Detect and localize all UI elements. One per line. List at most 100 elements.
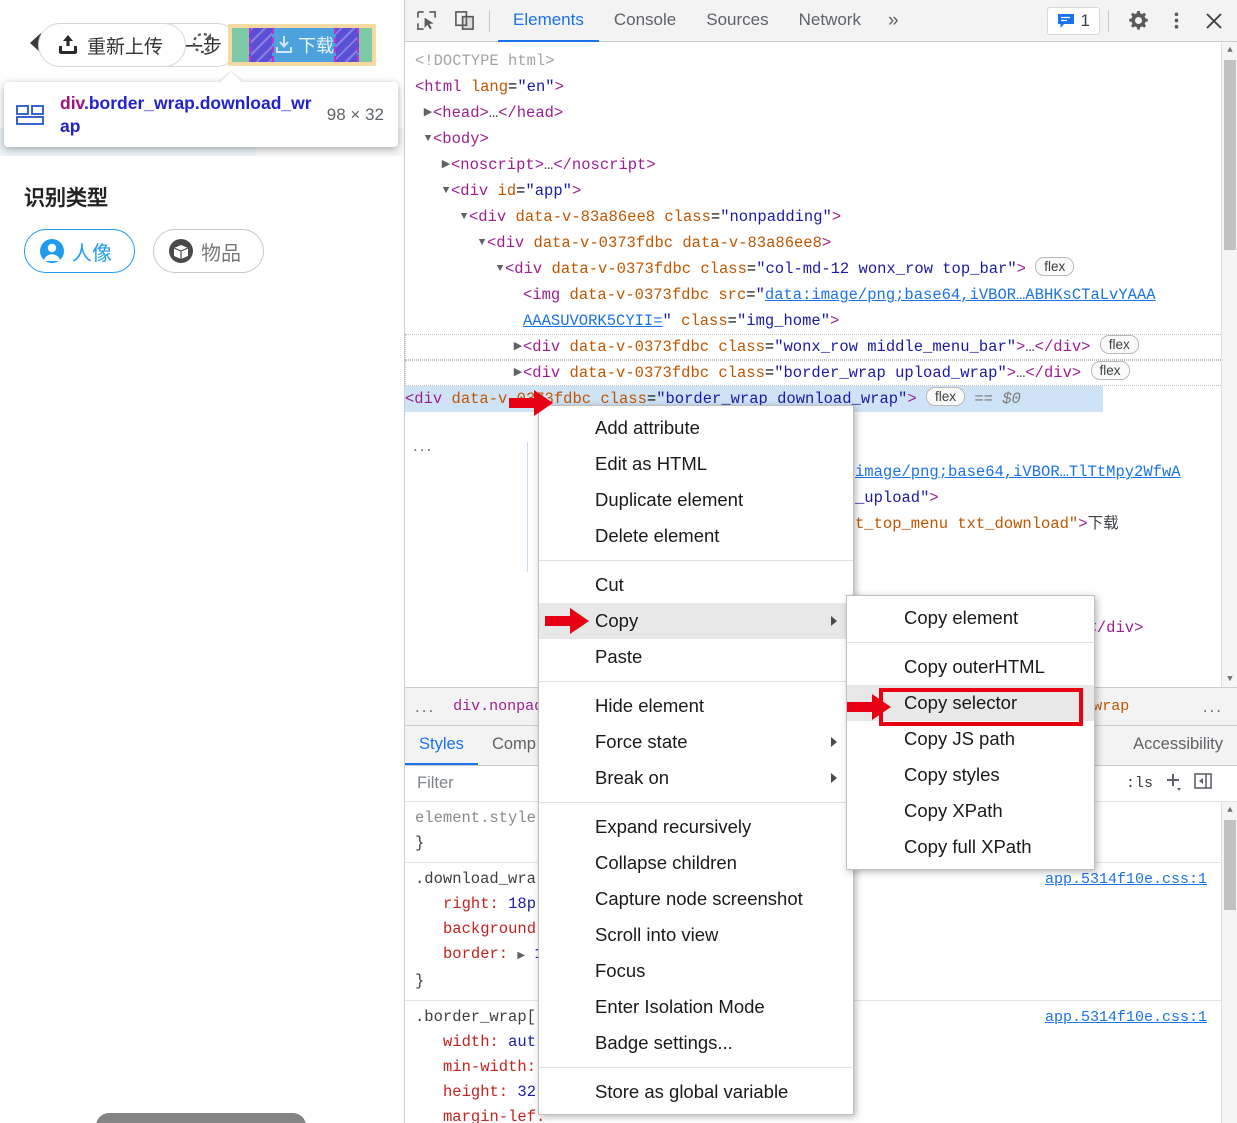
- twirl-toggle-icon[interactable]: [405, 74, 419, 100]
- person-icon: [39, 238, 65, 264]
- twirl-toggle-icon[interactable]: ▶: [419, 100, 437, 126]
- chip-person-label: 人像: [72, 242, 112, 265]
- menu-item-store-as-global-variable[interactable]: Store as global variable: [539, 1074, 853, 1110]
- tab-elements[interactable]: Elements: [498, 0, 599, 42]
- dom-node-row[interactable]: ▼ <div data-v-0373fdbc class="col-md-12 w…: [405, 256, 1237, 282]
- chip-object-label: 物品: [201, 242, 241, 265]
- css-source-link[interactable]: app.5314f10e.css:1: [1045, 867, 1207, 892]
- twirl-toggle-icon[interactable]: ▼: [455, 204, 473, 230]
- css-scrollbar-thumb[interactable]: [1224, 820, 1236, 910]
- reupload-button[interactable]: 重新上传: [38, 23, 187, 67]
- inspect-cursor-icon[interactable]: [409, 4, 443, 38]
- download-button-highlight[interactable]: 下载: [228, 24, 376, 66]
- twirl-toggle-icon[interactable]: ▼: [419, 126, 437, 152]
- tab-sources[interactable]: Sources: [691, 0, 783, 42]
- highlight-outline: [228, 24, 376, 66]
- chip-object[interactable]: 物品: [153, 229, 264, 273]
- dom-node-row-partial: t_top_menu txt_download">下载: [855, 515, 1119, 533]
- dom-node-markup: <div id="app">: [451, 182, 582, 200]
- twirl-toggle-icon[interactable]: [405, 48, 419, 74]
- submenu-item-copy-full-xpath[interactable]: Copy full XPath: [847, 829, 1094, 865]
- menu-item-capture-node-screenshot[interactable]: Capture node screenshot: [539, 881, 853, 917]
- submenu-item-copy-xpath[interactable]: Copy XPath: [847, 793, 1094, 829]
- refresh-icon[interactable]: [190, 30, 216, 56]
- tab-accessibility[interactable]: Accessibility: [1119, 726, 1237, 765]
- twirl-toggle-icon-selected[interactable]: ▼: [405, 386, 409, 412]
- dom-node-row[interactable]: ▼ <div id="app">: [405, 178, 1237, 204]
- submenu-item-copy-element[interactable]: Copy element: [847, 600, 1094, 636]
- breadcrumb-item-0[interactable]: div.nonpad: [445, 698, 551, 715]
- scroll-down-icon[interactable]: ▼: [1222, 671, 1237, 687]
- menu-item-delete-element[interactable]: Delete element: [539, 518, 853, 554]
- menu-item-paste[interactable]: Paste: [539, 639, 853, 675]
- dom-context-menu[interactable]: Add attribute Edit as HTML Duplicate eleme…: [538, 405, 854, 1115]
- tab-network[interactable]: Network: [784, 0, 876, 42]
- dom-node-row[interactable]: AAASUVORK5CYII=" class="img_home">: [405, 308, 1237, 334]
- close-icon[interactable]: [1197, 4, 1231, 38]
- menu-item-collapse-children[interactable]: Collapse children: [539, 845, 853, 881]
- dom-row-menu-dots[interactable]: ...: [413, 433, 433, 459]
- inspect-element-tooltip: div.border_wrap.download_wrap 98 × 32: [4, 82, 398, 147]
- breadcrumb-overflow-dots[interactable]: ...: [405, 697, 445, 717]
- menu-item-force-state[interactable]: Force state: [539, 724, 853, 760]
- dom-node-row[interactable]: ▶ <div data-v-0373fdbc class="border_wrap…: [405, 360, 1237, 386]
- more-vertical-icon[interactable]: [1159, 4, 1193, 38]
- toolbar-divider-2: [1108, 9, 1109, 32]
- twirl-toggle-icon[interactable]: ▼: [491, 256, 509, 282]
- dom-node-row[interactable]: ▼ <body>: [405, 126, 1237, 152]
- chip-person[interactable]: 人像: [24, 229, 135, 273]
- css-rules-scrollbar[interactable]: ▲: [1221, 802, 1237, 1123]
- plus-icon[interactable]: [1163, 771, 1183, 796]
- menu-item-duplicate-element[interactable]: Duplicate element: [539, 482, 853, 518]
- recognize-type-title: 识别类型: [24, 187, 108, 210]
- dom-node-row[interactable]: ▶ <div data-v-0373fdbc class="wonx_row mi…: [405, 334, 1237, 360]
- submenu-item-copy-outerhtml[interactable]: Copy outerHTML: [847, 649, 1094, 685]
- menu-item-label: Scroll into view: [595, 924, 719, 945]
- scroll-up-icon[interactable]: ▲: [1222, 42, 1237, 58]
- twirl-toggle-icon[interactable]: [509, 282, 527, 308]
- annotation-arrow-copy: [544, 606, 590, 636]
- twirl-toggle-icon[interactable]: ▼: [473, 230, 491, 256]
- menu-item-enter-isolation-mode[interactable]: Enter Isolation Mode: [539, 989, 853, 1025]
- twirl-toggle-icon[interactable]: ▶: [509, 334, 527, 360]
- menu-item-edit-as-html[interactable]: Edit as HTML: [539, 446, 853, 482]
- css-scroll-up-icon[interactable]: ▲: [1222, 802, 1237, 818]
- dom-node-row[interactable]: ▼ <div data-v-0373fdbc data-v-83a86ee8>: [405, 230, 1237, 256]
- styles-filter-input[interactable]: Filter: [405, 774, 454, 793]
- menu-item-focus[interactable]: Focus: [539, 953, 853, 989]
- menu-item-expand-recursively[interactable]: Expand recursively: [539, 809, 853, 845]
- dom-node-row[interactable]: <!DOCTYPE html>: [405, 48, 1237, 74]
- gear-icon[interactable]: [1121, 4, 1155, 38]
- dom-context-submenu[interactable]: Copy element Copy outerHTML Copy selector C…: [846, 595, 1095, 870]
- dom-node-row[interactable]: <img data-v-0373fdbc src="data:image/png…: [405, 282, 1237, 308]
- menu-item-break-on[interactable]: Break on: [539, 760, 853, 796]
- menu-item-scroll-into-view[interactable]: Scroll into view: [539, 917, 853, 953]
- tab-styles[interactable]: Styles: [405, 726, 478, 765]
- menu-item-hide-element[interactable]: Hide element: [539, 688, 853, 724]
- css-source-link[interactable]: app.5314f10e.css:1: [1045, 1005, 1207, 1030]
- submenu-item-copy-styles[interactable]: Copy styles: [847, 757, 1094, 793]
- menu-item-label: Cut: [595, 574, 624, 595]
- dom-tree-scrollbar[interactable]: ▲ ▼: [1221, 42, 1237, 687]
- panel-toggle-icon[interactable]: [1193, 771, 1213, 796]
- menu-separator: [539, 681, 853, 682]
- menu-item-badge-settings[interactable]: Badge settings...: [539, 1025, 853, 1061]
- dom-node-row[interactable]: ▼ <div data-v-83a86ee8 class="nonpadding"…: [405, 204, 1237, 230]
- breadcrumb-more-dots[interactable]: ...: [1189, 697, 1237, 717]
- twirl-toggle-icon[interactable]: ▼: [437, 178, 455, 204]
- tab-console[interactable]: Console: [599, 0, 691, 42]
- device-toolbar-icon[interactable]: [447, 4, 481, 38]
- twirl-toggle-icon[interactable]: [509, 308, 527, 334]
- twirl-toggle-icon[interactable]: ▶: [437, 152, 455, 178]
- menu-item-add-attribute[interactable]: Add attribute: [539, 410, 853, 446]
- chevron-double-right-icon[interactable]: »: [876, 0, 911, 42]
- twirl-toggle-icon[interactable]: ▶: [509, 360, 527, 386]
- upload-icon: [57, 34, 79, 56]
- scrollbar-thumb[interactable]: [1224, 60, 1236, 250]
- dom-node-row[interactable]: ▶ <noscript>…</noscript>: [405, 152, 1237, 178]
- submenu-item-copy-js-path[interactable]: Copy JS path: [847, 721, 1094, 757]
- message-count-badge[interactable]: 1: [1046, 6, 1100, 35]
- menu-item-cut[interactable]: Cut: [539, 567, 853, 603]
- dom-node-row[interactable]: ▶ <head>…</head>: [405, 100, 1237, 126]
- dom-node-row[interactable]: <html lang="en">: [405, 74, 1237, 100]
